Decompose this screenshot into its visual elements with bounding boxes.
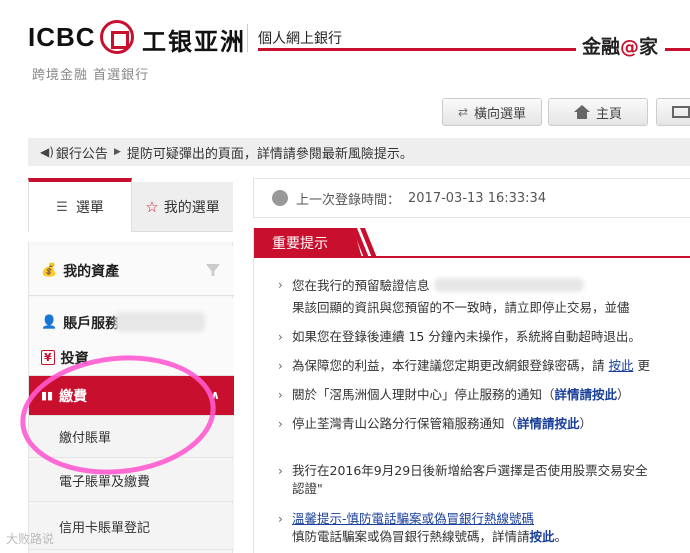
last-login-time: 2017-03-13 16:33:34 bbox=[408, 190, 547, 206]
sub-item-ebill-payment[interactable]: 電子賬單及繳費 bbox=[29, 460, 234, 502]
home-label: 主頁 bbox=[595, 106, 622, 122]
header-redline-right bbox=[665, 48, 690, 51]
horizontal-menu-button[interactable]: ⇄ 橫向選單 bbox=[442, 98, 542, 126]
notices-header: 重要提示 bbox=[254, 228, 690, 258]
list-item: 溫馨提示-慎防電話騙案或偽冒銀行熱線號碼 bbox=[278, 510, 534, 528]
notice-tail: ） bbox=[617, 387, 630, 402]
mail-icon bbox=[672, 106, 690, 118]
notice-link[interactable]: 按此 bbox=[530, 529, 555, 544]
list-item: 認證" bbox=[292, 481, 323, 496]
sidebar-item-label: 我的資產 bbox=[63, 263, 120, 280]
blurred-region bbox=[433, 278, 584, 292]
notice-link[interactable]: 詳情請按此 bbox=[555, 387, 618, 402]
notice-text: 關於「滘馬洲個人理財中心」停止服務的通知（ bbox=[292, 387, 555, 402]
important-notices: 重要提示 您在我行的預留驗證信息 果該回顯的資訊與您預留的不一致時，請立即停止交… bbox=[253, 228, 690, 553]
list-icon: ☰ bbox=[56, 199, 68, 215]
horizontal-menu-label: 橫向選單 bbox=[474, 106, 527, 122]
list-item: 您在我行的預留驗證信息 bbox=[278, 276, 584, 295]
star-icon: ☆ bbox=[145, 197, 159, 216]
sidebar-item-my-assets[interactable]: 💰 我的資產 bbox=[29, 246, 234, 296]
user-chat-icon bbox=[272, 190, 288, 206]
blurred-region bbox=[115, 312, 205, 332]
slogan: 跨境金融 首選銀行 bbox=[32, 68, 150, 83]
tab-menu-label: 選單 bbox=[75, 200, 104, 216]
sidebar-item-investment[interactable]: ¥ 投資 bbox=[29, 340, 234, 376]
notice-link[interactable]: 溫馨提示-慎防電話騙案或偽冒銀行熱線號碼 bbox=[292, 511, 534, 526]
list-item: 如果您在登錄後連續 15 分鐘內未操作，系統將自動超時退出。 bbox=[278, 328, 641, 346]
watermark: 大败路说 bbox=[6, 532, 55, 546]
list-item: 我行在2016年9月29日後新增給客戶選擇是否使用股票交易安全 bbox=[278, 462, 648, 480]
logo-icbc[interactable]: ICBC bbox=[28, 22, 96, 53]
funnel-icon[interactable] bbox=[206, 264, 220, 276]
brand-at: @ bbox=[620, 36, 640, 58]
list-item: 為保障您的利益，本行建議您定期更改網銀登錄密碼，請 按此 更 bbox=[278, 357, 651, 375]
announcement-label: 銀行公告 bbox=[55, 146, 108, 162]
mail-button[interactable] bbox=[656, 98, 690, 126]
brand-pre: 金融 bbox=[582, 36, 621, 58]
money-bag-icon: 💰 bbox=[41, 263, 58, 278]
notice-link[interactable]: 詳情請按此 bbox=[517, 416, 580, 431]
last-login-bar: 上一次登錄時間： 2017-03-13 16:33:34 bbox=[253, 178, 690, 218]
sidebar-item-label: 投資 bbox=[60, 350, 89, 367]
header: ICBC 工银亚洲 跨境金融 首選銀行 個人網上銀行 金融@家 bbox=[0, 0, 690, 90]
header-divider bbox=[247, 24, 248, 52]
announcement-text[interactable]: 提防可疑彈出的頁面，詳情請參閱最新風險提示。 bbox=[127, 143, 413, 162]
sidebar-item-bill-payment[interactable]: ▮▮ 繳費 ∧ bbox=[29, 376, 234, 416]
site-name: 個人網上銀行 bbox=[258, 31, 342, 47]
last-login-label: 上一次登錄時間： bbox=[296, 192, 401, 208]
list-item: 果該回顯的資訊與您預留的不一致時，請立即停止交易，並儘 bbox=[292, 300, 630, 315]
sidebar-menu: 💰 我的資產 👤 賬戶服務 ¥ 投資 ▮▮ 繳費 ∧ 繳付賬單 電子賬單及繳費 … bbox=[28, 242, 234, 553]
brand-slogan: 金融@家 bbox=[582, 32, 658, 59]
sidebar-tabs: ☰ 選單 ☆ 我的選單 bbox=[28, 178, 233, 232]
speaker-icon: ◀) bbox=[40, 145, 54, 159]
notices-tab: 重要提示 bbox=[254, 228, 362, 258]
notice-text: 慎防電話騙案或偽冒銀行熱線號碼，詳情請 bbox=[292, 529, 530, 544]
header-redline bbox=[258, 48, 576, 51]
icbc-seal-icon bbox=[100, 20, 134, 54]
yen-icon: ¥ bbox=[41, 350, 55, 365]
notice-tail: 。 bbox=[554, 529, 568, 544]
person-icon: 👤 bbox=[41, 315, 58, 330]
announcement-bar: ◀) 銀行公告 ▶ 提防可疑彈出的頁面，詳情請參閱最新風險提示。 bbox=[28, 138, 690, 166]
notice-tail: ） bbox=[579, 416, 593, 431]
brand-post: 家 bbox=[639, 36, 659, 58]
list-item: 慎防電話騙案或偽冒銀行熱線號碼，詳情請按此。 bbox=[292, 528, 567, 546]
sidebar-item-label: 繳費 bbox=[59, 388, 88, 405]
notice-text: 您在我行的預留驗證信息 bbox=[292, 278, 430, 293]
bar-chart-icon: ▮▮ bbox=[41, 389, 54, 402]
tab-my-menu[interactable]: ☆ 我的選單 bbox=[132, 182, 233, 232]
sidebar-item-label: 賬戶服務 bbox=[63, 315, 120, 332]
chevron-up-icon: ∧ bbox=[210, 388, 220, 402]
notice-text: 停止荃灣青山公路分行保管箱服務通知（ bbox=[292, 416, 518, 431]
notice-link[interactable]: 按此 bbox=[609, 358, 634, 373]
sub-item-credit-card-bill[interactable]: 信用卡賬單登記 bbox=[29, 504, 234, 550]
triangle-right-icon: ▶ bbox=[113, 147, 121, 157]
logo-cn: 工银亚洲 bbox=[142, 28, 246, 56]
swap-arrows-icon: ⇄ bbox=[457, 105, 469, 119]
house-icon bbox=[573, 105, 590, 119]
sub-item-pay-bills[interactable]: 繳付賬單 bbox=[29, 416, 234, 458]
list-item: 關於「滘馬洲個人理財中心」停止服務的通知（詳情請按此） bbox=[278, 386, 630, 404]
notice-text: 為保障您的利益，本行建議您定期更改網銀登錄密碼，請 bbox=[292, 358, 605, 373]
notice-tail: 更 bbox=[637, 358, 651, 373]
list-item: 停止荃灣青山公路分行保管箱服務通知（詳情請按此） bbox=[278, 415, 593, 433]
tab-my-menu-label: 我的選單 bbox=[163, 199, 220, 216]
home-button[interactable]: 主頁 bbox=[548, 98, 648, 126]
tab-menu[interactable]: ☰ 選單 bbox=[28, 178, 132, 232]
